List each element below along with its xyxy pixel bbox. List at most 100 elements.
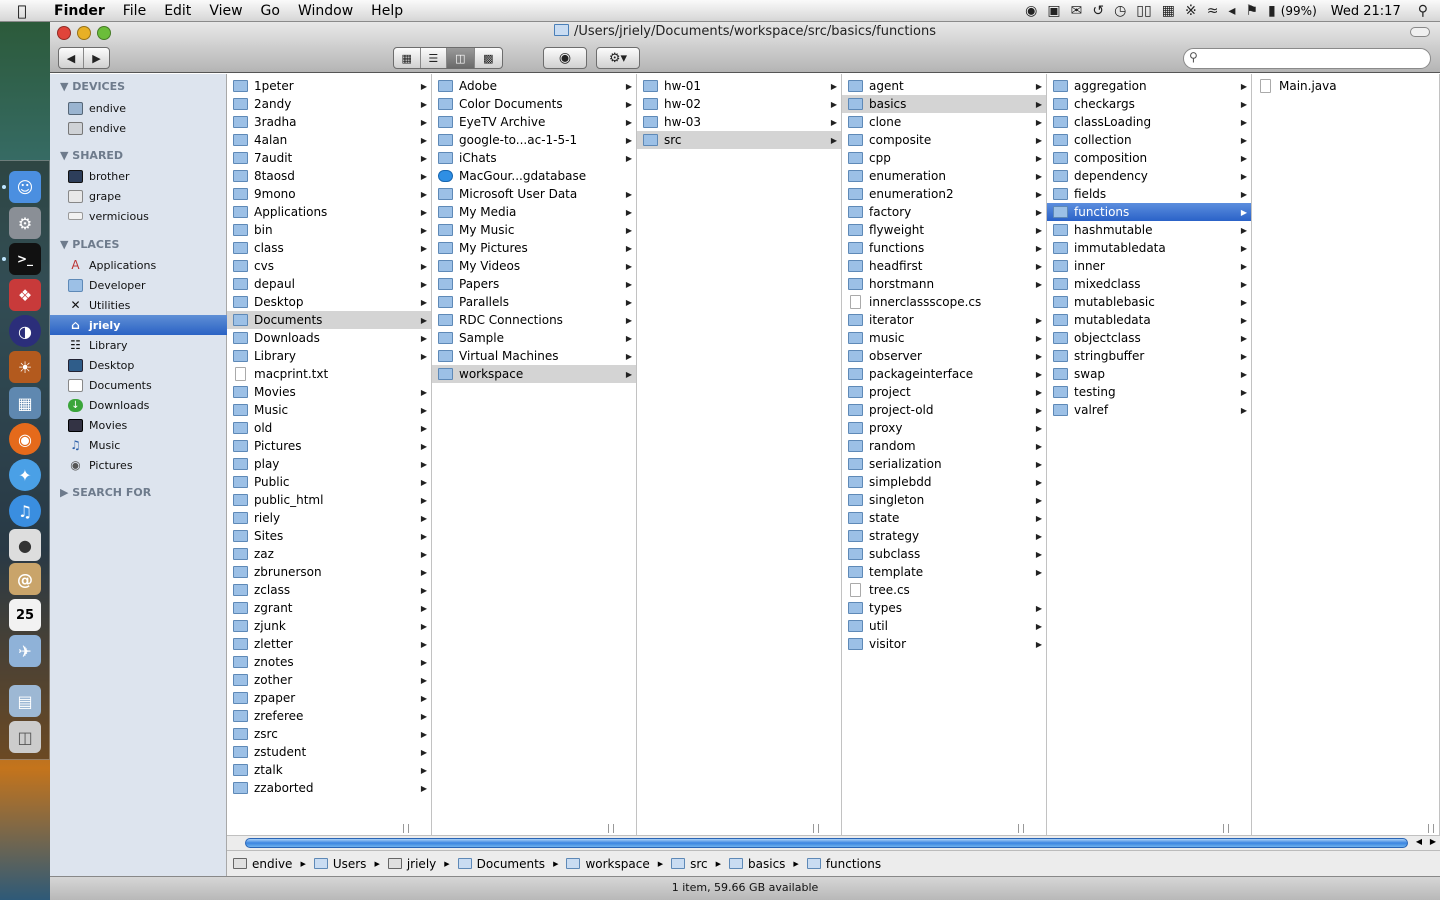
browser-item[interactable]: observer ▶: [842, 347, 1046, 365]
browser-item[interactable]: Public ▶: [227, 473, 431, 491]
column-view-button[interactable]: ◫: [447, 48, 475, 68]
browser-item[interactable]: headfirst ▶: [842, 257, 1046, 275]
sidebar-item-desktop[interactable]: Desktop: [50, 355, 227, 375]
browser-item[interactable]: Library ▶: [227, 347, 431, 365]
browser-item[interactable]: Papers ▶: [432, 275, 636, 293]
browser-item[interactable]: Adobe ▶: [432, 77, 636, 95]
browser-item[interactable]: cpp ▶: [842, 149, 1046, 167]
column-resize-handle[interactable]: [1223, 824, 1229, 833]
sidebar-item-vermicious[interactable]: vermicious: [50, 206, 227, 226]
browser-item[interactable]: dependency ▶: [1047, 167, 1251, 185]
browser-item[interactable]: singleton ▶: [842, 491, 1046, 509]
menu-file[interactable]: File: [114, 0, 155, 22]
sidebar-item-developer[interactable]: Developer: [50, 275, 227, 295]
column-resize-handle[interactable]: [1018, 824, 1024, 833]
browser-item[interactable]: My Media ▶: [432, 203, 636, 221]
list-view-button[interactable]: ☰: [421, 48, 448, 68]
menu-finder[interactable]: Finder: [44, 0, 114, 22]
browser-item[interactable]: Microsoft User Data ▶: [432, 185, 636, 203]
itunes-icon[interactable]: ♫: [9, 495, 41, 527]
dvd-player-icon[interactable]: ●: [9, 529, 41, 561]
browser-item[interactable]: Color Documents ▶: [432, 95, 636, 113]
flag-icon[interactable]: ⚑: [1245, 3, 1258, 19]
firefox-icon[interactable]: ◉: [9, 423, 41, 455]
browser-item[interactable]: riely ▶: [227, 509, 431, 527]
browser-item[interactable]: horstmann ▶: [842, 275, 1046, 293]
app-icon[interactable]: ▣: [1047, 3, 1060, 19]
browser-item[interactable]: depaul ▶: [227, 275, 431, 293]
browser-item[interactable]: strategy ▶: [842, 527, 1046, 545]
preview-icon[interactable]: ▦: [9, 387, 41, 419]
browser-column-1[interactable]: 1peter ▶ 2andy ▶ 3radha ▶ 4alan ▶ 7audit ▶ 8taosd ▶…: [227, 74, 432, 835]
browser-item[interactable]: immutabledata ▶: [1047, 239, 1251, 257]
terminal-icon[interactable]: >_: [9, 243, 41, 275]
forward-button[interactable]: ▶: [84, 48, 109, 68]
browser-item[interactable]: music ▶: [842, 329, 1046, 347]
browser-item[interactable]: Parallels ▶: [432, 293, 636, 311]
sidebar-header-devices[interactable]: ▼ DEVICES: [60, 80, 125, 93]
coverflow-view-button[interactable]: ▩: [475, 48, 502, 68]
browser-item[interactable]: flyweight ▶: [842, 221, 1046, 239]
browser-item[interactable]: hw-01 ▶: [637, 77, 841, 95]
browser-item[interactable]: My Pictures ▶: [432, 239, 636, 257]
browser-item[interactable]: simplebdd ▶: [842, 473, 1046, 491]
browser-item[interactable]: proxy ▶: [842, 419, 1046, 437]
browser-item[interactable]: hw-03 ▶: [637, 113, 841, 131]
browser-item[interactable]: checkargs ▶: [1047, 95, 1251, 113]
growl-icon[interactable]: ☀: [9, 351, 41, 383]
browser-item[interactable]: zaz ▶: [227, 545, 431, 563]
quick-look-button[interactable]: ◉: [543, 47, 587, 69]
browser-item[interactable]: 9mono ▶: [227, 185, 431, 203]
menu-go[interactable]: Go: [252, 0, 289, 22]
column-resize-handle[interactable]: [403, 824, 409, 833]
browser-item[interactable]: swap ▶: [1047, 365, 1251, 383]
column-resize-handle[interactable]: [1428, 824, 1434, 833]
column-resize-handle[interactable]: [608, 824, 614, 833]
apple-menu-icon[interactable]: : [0, 2, 44, 20]
browser-item[interactable]: Applications ▶: [227, 203, 431, 221]
browser-column-5[interactable]: aggregation ▶ checkargs ▶ classLoading ▶ colle…: [1047, 74, 1252, 835]
trash-icon[interactable]: ◫: [9, 721, 41, 753]
browser-item[interactable]: Sample ▶: [432, 329, 636, 347]
action-menu-button[interactable]: ⚙▾: [596, 47, 640, 69]
columns-icon[interactable]: ▯▯: [1136, 3, 1151, 19]
browser-item[interactable]: packageinterface ▶: [842, 365, 1046, 383]
path-segment[interactable]: Users ▶: [313, 857, 380, 871]
sidebar-item-endive[interactable]: endive: [50, 98, 227, 118]
clock[interactable]: Wed 21:17: [1331, 4, 1401, 19]
column-resize-handle[interactable]: [813, 824, 819, 833]
sidebar-item-applications[interactable]: A Applications: [50, 255, 227, 275]
sidebar-item-endive-disk[interactable]: endive: [50, 118, 227, 138]
browser-item[interactable]: subclass ▶: [842, 545, 1046, 563]
browser-item[interactable]: bin ▶: [227, 221, 431, 239]
eclipse-icon[interactable]: ◑: [9, 315, 41, 347]
browser-item[interactable]: google-to...ac-1-5-1 ▶: [432, 131, 636, 149]
browser-item[interactable]: mutablebasic ▶: [1047, 293, 1251, 311]
browser-item[interactable]: 4alan ▶: [227, 131, 431, 149]
browser-item[interactable]: Sites ▶: [227, 527, 431, 545]
browser-item[interactable]: old ▶: [227, 419, 431, 437]
browser-item[interactable]: composite ▶: [842, 131, 1046, 149]
browser-item[interactable]: random ▶: [842, 437, 1046, 455]
browser-item[interactable]: clone ▶: [842, 113, 1046, 131]
path-segment[interactable]: basics ▶: [729, 857, 799, 871]
browser-item[interactable]: template ▶: [842, 563, 1046, 581]
sidebar-item-movies[interactable]: Movies: [50, 415, 227, 435]
sidebar-item-brother[interactable]: brother: [50, 166, 227, 186]
spaces-icon[interactable]: ▦: [1162, 3, 1175, 19]
browser-item[interactable]: visitor ▶: [842, 635, 1046, 653]
browser-item[interactable]: Downloads ▶: [227, 329, 431, 347]
browser-item[interactable]: 8taosd ▶: [227, 167, 431, 185]
parallels-icon[interactable]: ❖: [9, 279, 41, 311]
browser-item[interactable]: My Music ▶: [432, 221, 636, 239]
documents-stack-icon[interactable]: ▤: [9, 685, 41, 717]
browser-item[interactable]: functions ▶: [842, 239, 1046, 257]
browser-item[interactable]: Movies ▶: [227, 383, 431, 401]
browser-item[interactable]: src ▶: [637, 131, 841, 149]
browser-item[interactable]: RDC Connections ▶: [432, 311, 636, 329]
sidebar-item-pictures[interactable]: ◉ Pictures: [50, 455, 227, 475]
browser-item[interactable]: 2andy ▶: [227, 95, 431, 113]
sync-icon[interactable]: ↺: [1092, 3, 1104, 19]
browser-item[interactable]: enumeration ▶: [842, 167, 1046, 185]
safari-icon[interactable]: ✦: [9, 459, 41, 491]
